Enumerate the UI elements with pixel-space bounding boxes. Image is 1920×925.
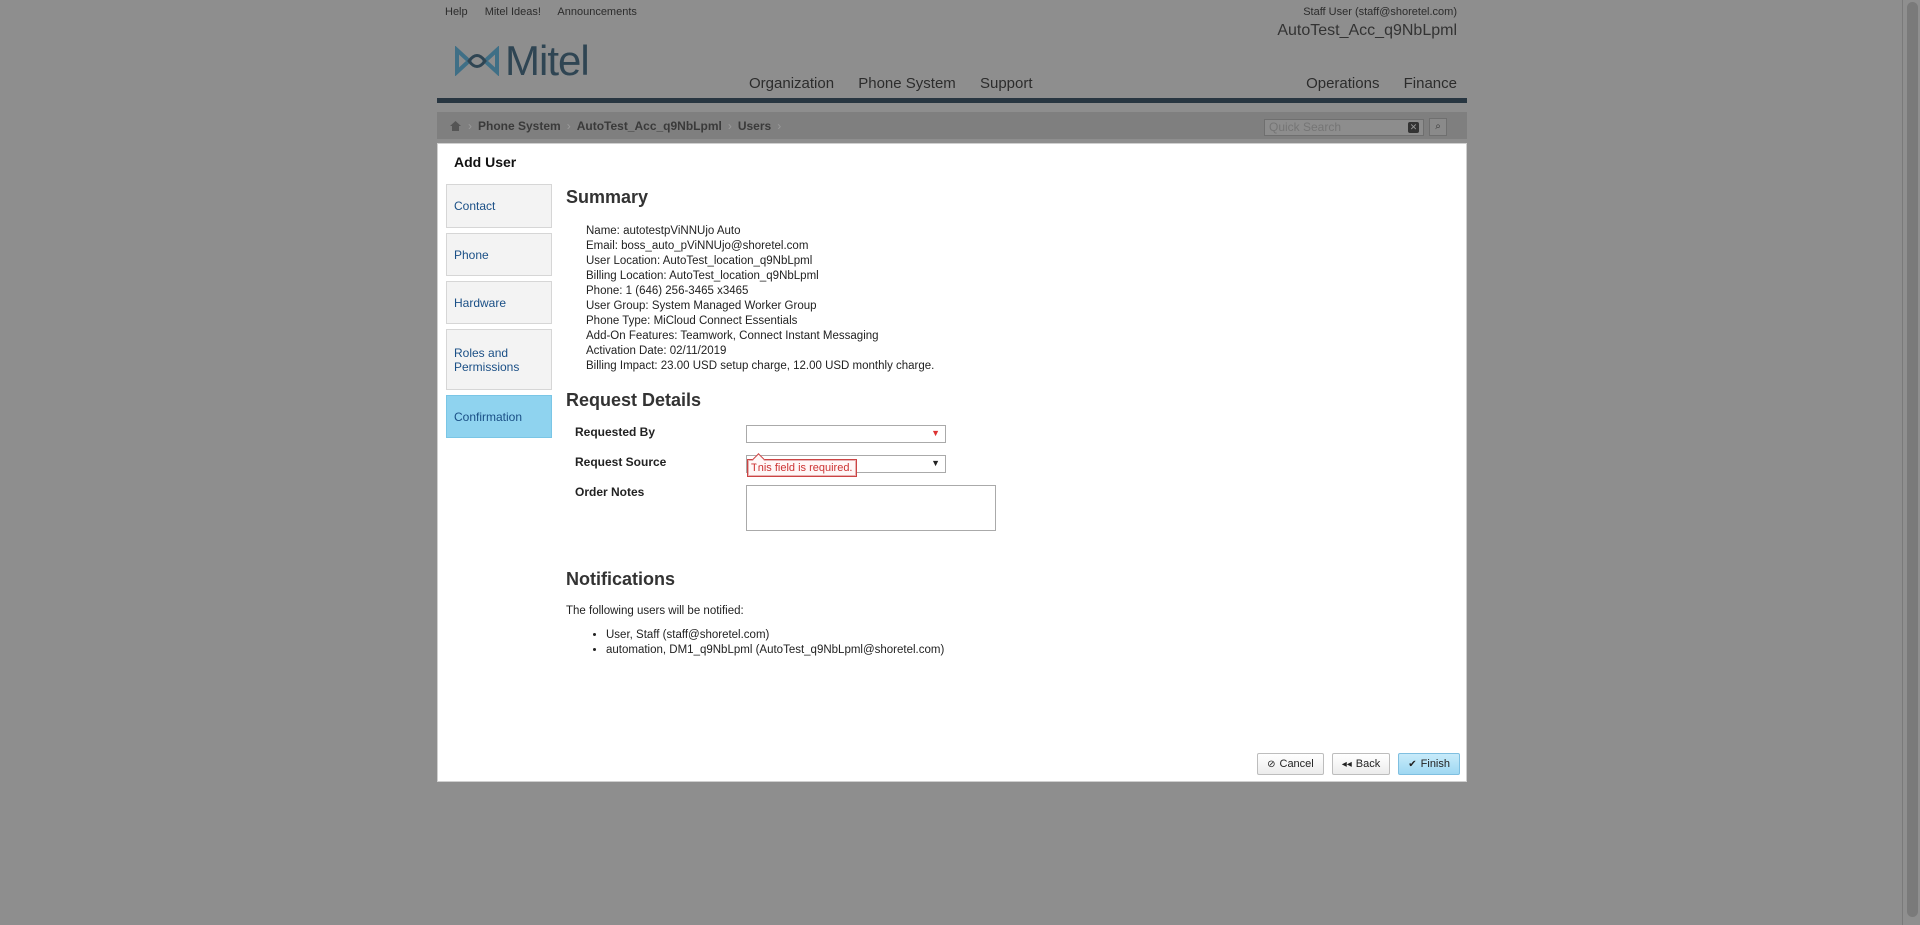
announcements-link[interactable]: Announcements [557,6,637,18]
step-label: Hardware [454,295,507,310]
required-field-error: This field is required. [747,459,857,477]
step-contact[interactable]: Contact [446,184,552,228]
finish-button[interactable]: ✔ Finish [1398,753,1460,775]
list-item: automation, DM1_q9NbLpml (AutoTest_q9NbL… [606,643,1446,658]
list-item: User, Staff (staff@shoretel.com) [606,628,1446,643]
mitel-ideas-link[interactable]: Mitel Ideas! [485,6,541,18]
nav-organization[interactable]: Organization [749,75,834,92]
home-icon[interactable] [449,120,462,132]
summary-heading: Summary [566,187,649,207]
nav-support[interactable]: Support [980,75,1033,92]
clear-search-icon[interactable]: ✕ [1408,121,1419,133]
requested-by-select[interactable]: ▼ [746,425,946,443]
step-roles-permissions[interactable]: Roles and Permissions [446,329,552,390]
back-icon: ◂◂ [1341,758,1352,770]
summary-list: Name: autotestpViNNUjo Auto Email: boss_… [586,224,1446,374]
breadcrumb-phone-system[interactable]: Phone System [478,119,561,133]
notifications-heading: Notifications [566,569,676,589]
dropdown-arrow-icon: ▼ [931,458,940,468]
order-notes-textarea[interactable] [746,485,996,531]
summary-phone-type: Phone Type: MiCloud Connect Essentials [586,315,798,327]
check-icon: ✔ [1408,758,1417,770]
back-button[interactable]: ◂◂ Back [1331,753,1391,775]
mitel-logo-icon [455,46,499,76]
breadcrumb-account[interactable]: AutoTest_Acc_q9NbLpml [577,119,722,133]
request-details-form: Requested By ▼ Request Source ▼ This fie… [566,425,1446,565]
step-hardware[interactable]: Hardware [446,281,552,324]
cancel-icon: ⊘ [1267,758,1276,770]
breadcrumb-bar: › Phone System › AutoTest_Acc_q9NbLpml ›… [437,112,1467,139]
summary-phone: Phone: 1 (646) 256-3465 x3465 [586,285,749,297]
dropdown-arrow-icon: ▼ [931,428,940,438]
breadcrumb-users[interactable]: Users [738,119,771,133]
header-divider [437,98,1467,103]
step-label: Confirmation [454,409,523,424]
request-source-label: Request Source [575,455,667,469]
breadcrumb-separator: › [727,119,732,133]
current-user[interactable]: Staff User (staff@shoretel.com) [1303,6,1457,18]
summary-user-location: User Location: AutoTest_location_q9NbLpm… [586,255,813,267]
secondary-nav: Operations Finance [1286,75,1457,92]
summary-billing-location: Billing Location: AutoTest_location_q9Nb… [586,270,819,282]
app-header: Help Mitel Ideas! Announcements Staff Us… [437,0,1467,100]
search-icon[interactable]: ⌕ [1429,118,1447,136]
add-user-dialog: Add User Contact Phone Hardware Roles an… [437,143,1467,782]
top-links: Help Mitel Ideas! Announcements [445,6,651,18]
mitel-logo[interactable]: Mitel [455,37,590,85]
page-scrollbar[interactable] [1902,0,1920,925]
dialog-title: Add User [454,154,517,170]
logo-text: Mitel [505,37,590,84]
step-confirmation[interactable]: Confirmation [446,395,552,438]
main-nav: Organization Phone System Support [749,75,1053,92]
request-details-heading: Request Details [566,390,702,410]
nav-operations[interactable]: Operations [1306,75,1379,92]
summary-user-group: User Group: System Managed Worker Group [586,300,817,312]
dialog-buttons: ⊘ Cancel ◂◂ Back ✔ Finish [1257,753,1460,775]
step-label: Roles and Permissions [454,345,520,374]
summary-email: Email: boss_auto_pViNNUjo@shoretel.com [586,240,809,252]
nav-finance[interactable]: Finance [1404,75,1457,92]
cancel-label: Cancel [1279,758,1314,770]
order-notes-label: Order Notes [575,485,645,499]
breadcrumb-separator: › [777,119,782,133]
breadcrumb: › Phone System › AutoTest_Acc_q9NbLpml ›… [449,119,787,133]
back-label: Back [1355,758,1381,770]
finish-label: Finish [1420,758,1450,770]
notify-users-list: User, Staff (staff@shoretel.com) automat… [606,628,1446,658]
step-label: Contact [454,199,496,213]
scrollbar-thumb[interactable] [1907,2,1918,917]
summary-billing-impact: Billing Impact: 23.00 USD setup charge, … [586,360,935,372]
summary-add-on-features: Add-On Features: Teamwork, Connect Insta… [586,330,879,342]
wizard-steps: Contact Phone Hardware Roles and Permiss… [446,184,554,443]
quick-search: ✕ ⌕ [1264,118,1447,136]
nav-phone-system[interactable]: Phone System [858,75,956,92]
help-link[interactable]: Help [445,6,468,18]
step-phone[interactable]: Phone [446,233,552,276]
breadcrumb-separator: › [468,119,472,133]
step-label: Phone [454,247,489,262]
cancel-button[interactable]: ⊘ Cancel [1257,753,1324,775]
account-name: AutoTest_Acc_q9NbLpml [1277,22,1457,39]
notifications-text: The following users will be notified: [566,605,744,617]
summary-activation-date: Activation Date: 02/11/2019 [586,345,727,357]
requested-by-label: Requested By [575,425,656,439]
quick-search-input[interactable] [1264,118,1424,136]
summary-name: Name: autotestpViNNUjo Auto [586,225,741,237]
dialog-content: Summary Name: autotestpViNNUjo Auto Emai… [566,187,1446,658]
breadcrumb-separator: › [566,119,571,133]
